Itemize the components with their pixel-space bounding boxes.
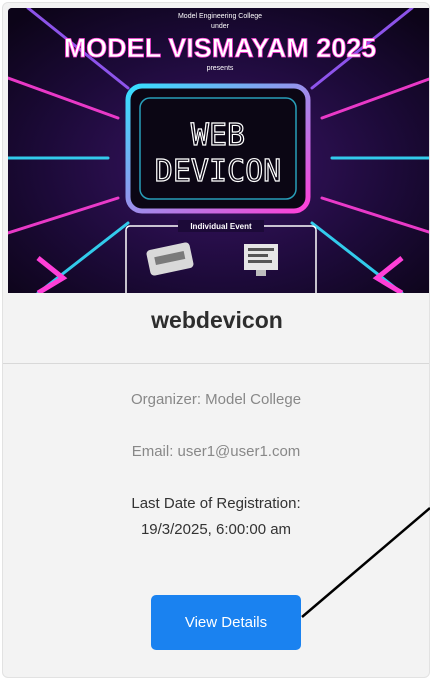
event-poster-image: Model Engineering College under MODEL VI… xyxy=(8,8,429,293)
deadline-label: Last Date of Registration: xyxy=(131,495,301,512)
poster-screen-line2: DEVICON xyxy=(155,154,281,189)
registration-deadline: Last Date of Registration: 19/3/2025, 6:… xyxy=(3,491,429,543)
email-text: Email: user1@user1.com xyxy=(131,443,301,460)
organizer-text: Organizer: Model College xyxy=(130,391,302,408)
poster-top-text: Model Engineering College xyxy=(178,13,262,20)
poster-event-type: Individual Event xyxy=(190,222,252,231)
poster-sub-text: under xyxy=(211,23,230,30)
event-title: webdevicon xyxy=(151,307,283,333)
poster-headline: MODEL VISMAYAM 2025 xyxy=(64,33,377,63)
event-card: Model Engineering College under MODEL VI… xyxy=(2,2,430,678)
poster-screen-line1: WEB xyxy=(191,118,245,153)
poster-presents: presents xyxy=(207,65,234,72)
view-details-button[interactable]: View Details xyxy=(151,595,301,650)
card-title-area: webdevicon xyxy=(3,293,429,364)
deadline-value: 19/3/2025, 6:00:00 am xyxy=(140,521,292,538)
